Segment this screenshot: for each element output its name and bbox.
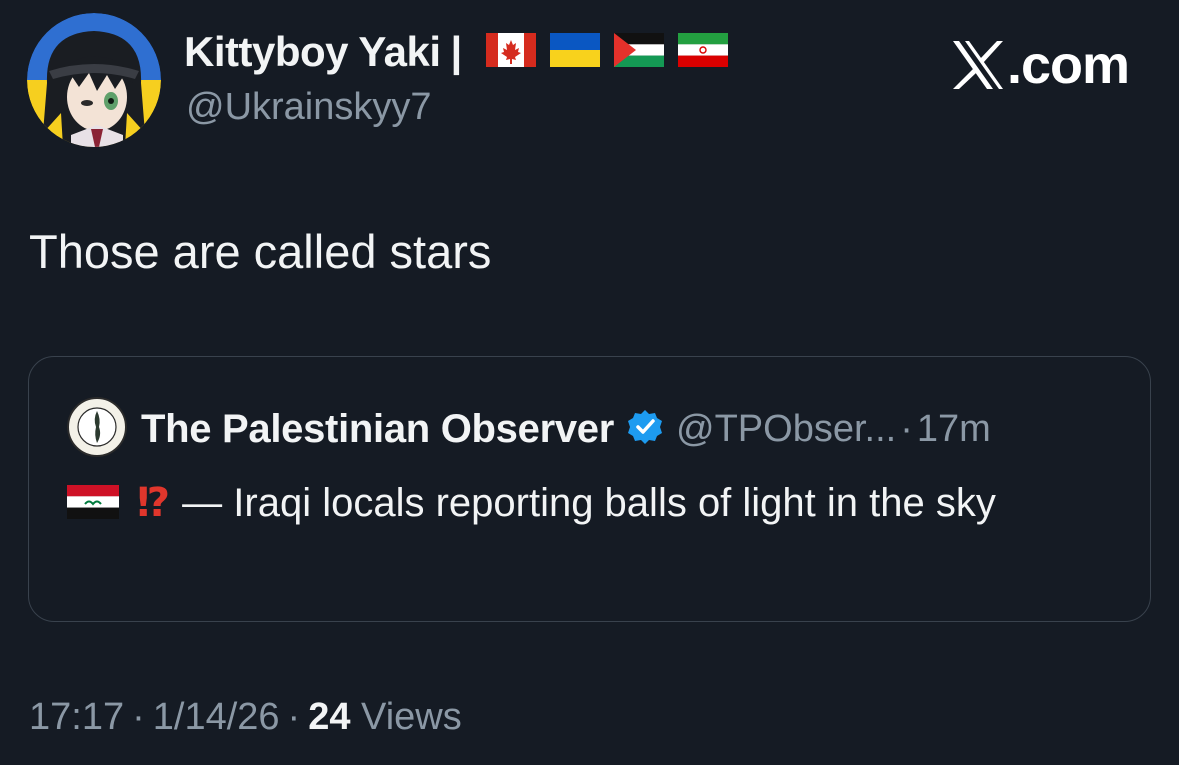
tweet-time[interactable]: 17:17	[29, 696, 124, 738]
exclamation-question-icon: ⁉	[137, 481, 171, 525]
tweet-text: Those are called stars	[29, 225, 492, 278]
iraq-flag-icon	[67, 478, 119, 534]
quoted-dot: ·	[900, 408, 913, 450]
x-com-label: .com	[1006, 35, 1130, 95]
iran-flag-icon	[678, 32, 729, 72]
footer-dot: ·	[132, 696, 145, 738]
name-separator: |	[450, 28, 463, 75]
ukraine-flag-icon	[550, 32, 601, 72]
observer-logo-icon	[67, 397, 127, 457]
avatar-image	[27, 13, 161, 147]
tweet-footer: 17:17 · 1/14/26 · 24 Views	[29, 696, 462, 739]
quoted-text-body: — Iraqi locals reporting balls of light …	[182, 481, 996, 525]
quoted-display-name[interactable]: The Palestinian Observer	[141, 407, 614, 452]
views-label: Views	[361, 696, 462, 738]
verified-badge-icon	[626, 408, 664, 451]
quoted-avatar[interactable]	[67, 397, 141, 462]
quoted-tweet-card[interactable]: The Palestinian Observer @TPObser... · 1…	[28, 356, 1151, 622]
footer-dot: ·	[287, 696, 301, 738]
views-count: 24	[308, 696, 351, 738]
canada-flag-icon	[486, 32, 537, 72]
display-name-row: Kittyboy Yaki |	[184, 28, 729, 76]
tweet-date[interactable]: 1/14/26	[153, 696, 280, 738]
x-logo-icon	[952, 41, 1003, 89]
quoted-tweet-header: The Palestinian Observer @TPObser... · 1…	[67, 397, 991, 462]
quoted-tweet-text: ⁉ — Iraqi locals reporting balls of light…	[67, 475, 1097, 534]
user-handle[interactable]: @Ukrainskyy7	[186, 86, 432, 129]
tweet-screenshot: Kittyboy Yaki | @Ukrainskyy7 .com Those …	[0, 0, 1179, 765]
quoted-handle[interactable]: @TPObser...	[676, 408, 896, 451]
quoted-timestamp[interactable]: 17m	[917, 408, 991, 451]
palestine-flag-icon	[614, 32, 665, 72]
x-com-brand: .com	[951, 34, 1130, 96]
display-name[interactable]: Kittyboy Yaki	[184, 28, 441, 76]
user-avatar[interactable]	[27, 13, 161, 147]
